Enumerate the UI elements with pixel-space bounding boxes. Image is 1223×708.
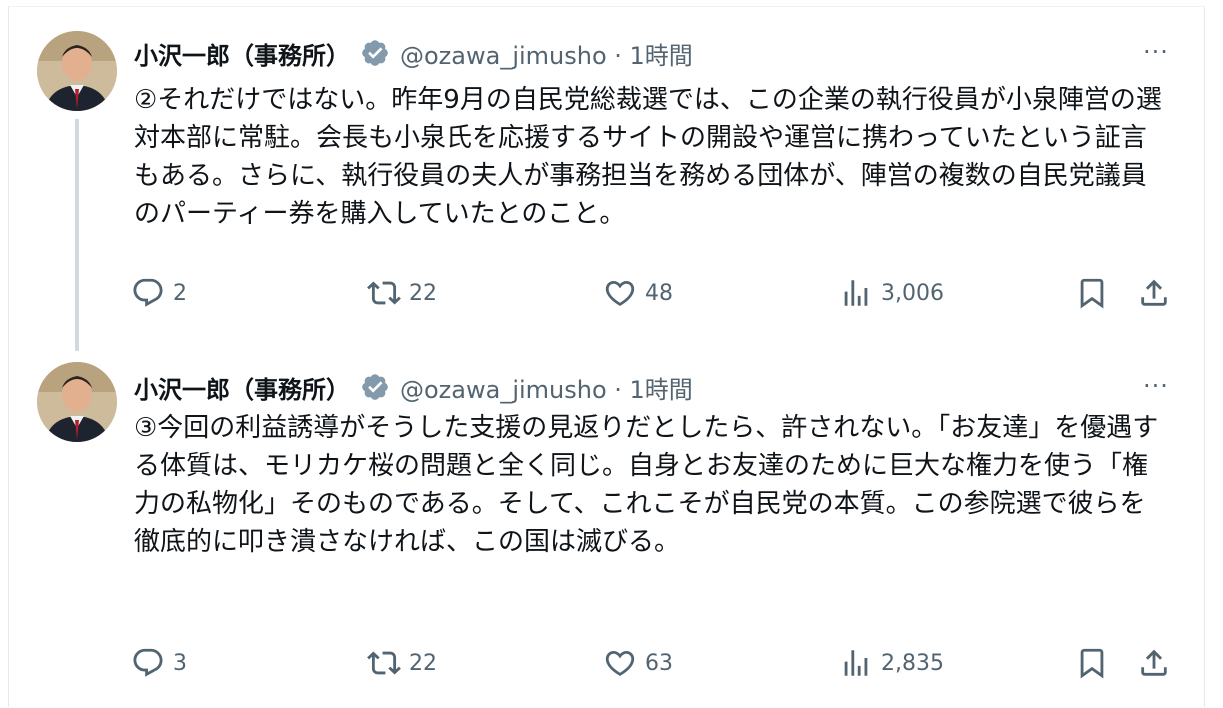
like-count: 48: [645, 280, 673, 306]
views-button[interactable]: 3,006: [839, 273, 944, 313]
author-name[interactable]: 小沢一郎（事務所）: [134, 370, 350, 405]
views-count: 3,006: [881, 280, 944, 306]
thread-connector-line: [75, 119, 79, 351]
avatar[interactable]: [37, 362, 117, 442]
reply-icon: [133, 278, 163, 307]
tweet-header: 小沢一郎（事務所） @ozawa_jimusho · 1時間: [134, 33, 693, 73]
views-bar-chart-icon: [844, 280, 868, 306]
more-options-icon[interactable]: ···: [1136, 37, 1176, 67]
tweet[interactable]: 小沢一郎（事務所） @ozawa_jimusho · 1時間 ··· ③今回の利…: [9, 352, 1204, 707]
reply-button[interactable]: 3: [131, 643, 187, 683]
tweet-text: ②それだけではない。昨年9月の自民党総裁選では、この企業の執行役員が小泉陣営の選…: [134, 85, 1162, 229]
retweet-icon: [367, 651, 401, 675]
retweet-button[interactable]: 22: [367, 273, 437, 313]
bookmark-icon: [1080, 648, 1104, 679]
like-button[interactable]: 48: [603, 273, 673, 313]
reply-count: 2: [173, 280, 187, 306]
action-bar: 3 22 63 2,835: [131, 643, 1171, 683]
views-button[interactable]: 2,835: [839, 643, 944, 683]
handle-and-timestamp[interactable]: @ozawa_jimusho · 1時間: [400, 370, 693, 405]
more-options-icon[interactable]: ···: [1136, 371, 1176, 401]
like-button[interactable]: 63: [603, 643, 673, 683]
tweet-header: 小沢一郎（事務所） @ozawa_jimusho · 1時間: [134, 367, 693, 407]
bookmark-icon: [1080, 278, 1104, 309]
retweet-button[interactable]: 22: [367, 643, 437, 683]
retweet-icon: [367, 281, 401, 305]
heart-icon: [605, 280, 635, 306]
views-bar-chart-icon: [844, 650, 868, 676]
bookmark-button[interactable]: [1075, 273, 1109, 313]
reply-count: 3: [173, 650, 187, 676]
action-bar: 2 22 48 3,006: [131, 273, 1171, 313]
handle-and-timestamp[interactable]: @ozawa_jimusho · 1時間: [400, 36, 693, 71]
avatar[interactable]: [37, 31, 117, 111]
bookmark-button[interactable]: [1075, 643, 1109, 683]
tweet-text: ③今回の利益誘導がそうした支援の見返りだとしたら、許されない。「お友達」を優遇す…: [134, 413, 1159, 557]
share-button[interactable]: [1137, 273, 1171, 313]
author-name[interactable]: 小沢一郎（事務所）: [134, 36, 350, 71]
views-count: 2,835: [881, 650, 944, 676]
tweet[interactable]: 小沢一郎（事務所） @ozawa_jimusho · 1時間 ··· ②それだけ…: [9, 7, 1204, 352]
heart-icon: [605, 650, 635, 676]
timeline: 小沢一郎（事務所） @ozawa_jimusho · 1時間 ··· ②それだけ…: [8, 6, 1205, 707]
verified-badge-icon: [360, 372, 390, 402]
verified-badge-icon: [360, 38, 390, 68]
retweet-count: 22: [409, 280, 437, 306]
like-count: 63: [645, 650, 673, 676]
share-icon: [1141, 649, 1167, 676]
reply-icon: [133, 648, 163, 677]
retweet-count: 22: [409, 650, 437, 676]
share-icon: [1141, 279, 1167, 306]
reply-button[interactable]: 2: [131, 273, 187, 313]
share-button[interactable]: [1137, 643, 1171, 683]
